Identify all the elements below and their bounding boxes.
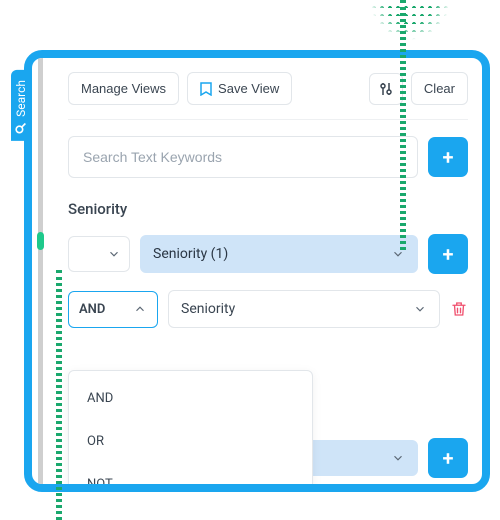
manage-views-label: Manage Views [81,81,166,96]
seniority-select[interactable]: Seniority (1) [140,235,418,273]
search-icon [15,122,28,135]
filter-row-2: AND Seniority [68,290,468,328]
operator-option-not[interactable]: NOT [69,463,312,492]
sliders-icon [379,82,393,96]
chevron-down-icon [391,247,405,261]
plus-icon: + [443,242,454,266]
toolbar: Manage Views Save View Clear [68,72,468,120]
delete-filter-button[interactable] [450,299,468,319]
plus-icon: + [443,446,454,470]
chevron-down-icon [107,247,121,261]
app-frame: Manage Views Save View Clear + [24,50,490,492]
decoration-dots [370,0,450,50]
save-view-button[interactable]: Save View [187,72,292,105]
bookmark-icon [200,82,212,96]
chevron-up-icon [133,302,147,316]
search-tab-label: Search [14,80,28,117]
add-extra-button[interactable]: + [428,438,468,478]
search-side-tab[interactable]: Search [11,70,31,141]
filter-row-1: Seniority (1) + [68,234,468,274]
plus-icon: + [443,145,454,169]
seniority-select-label: Seniority (1) [153,246,228,262]
manage-views-button[interactable]: Manage Views [68,72,179,105]
prefix-select[interactable] [68,236,130,272]
chevron-down-icon [391,451,405,465]
add-search-button[interactable]: + [428,137,468,177]
operator-dropdown: AND OR NOT [68,370,313,492]
operator-label: AND [79,302,105,317]
sub-seniority-label: Seniority [181,301,235,317]
operator-select[interactable]: AND [68,291,158,328]
add-filter-button[interactable]: + [428,234,468,274]
save-view-label: Save View [218,81,279,96]
clear-button[interactable]: Clear [411,72,468,105]
search-input[interactable] [68,136,418,178]
sub-seniority-select[interactable]: Seniority [168,290,440,328]
operator-option-or[interactable]: OR [69,420,312,463]
operator-option-and[interactable]: AND [69,377,312,420]
content-area: Manage Views Save View Clear + [32,58,482,484]
settings-toggle-button[interactable] [369,73,403,105]
section-title: Seniority [68,200,468,218]
clear-label: Clear [424,81,455,96]
search-row: + [68,136,468,178]
chevron-down-icon [413,302,427,316]
